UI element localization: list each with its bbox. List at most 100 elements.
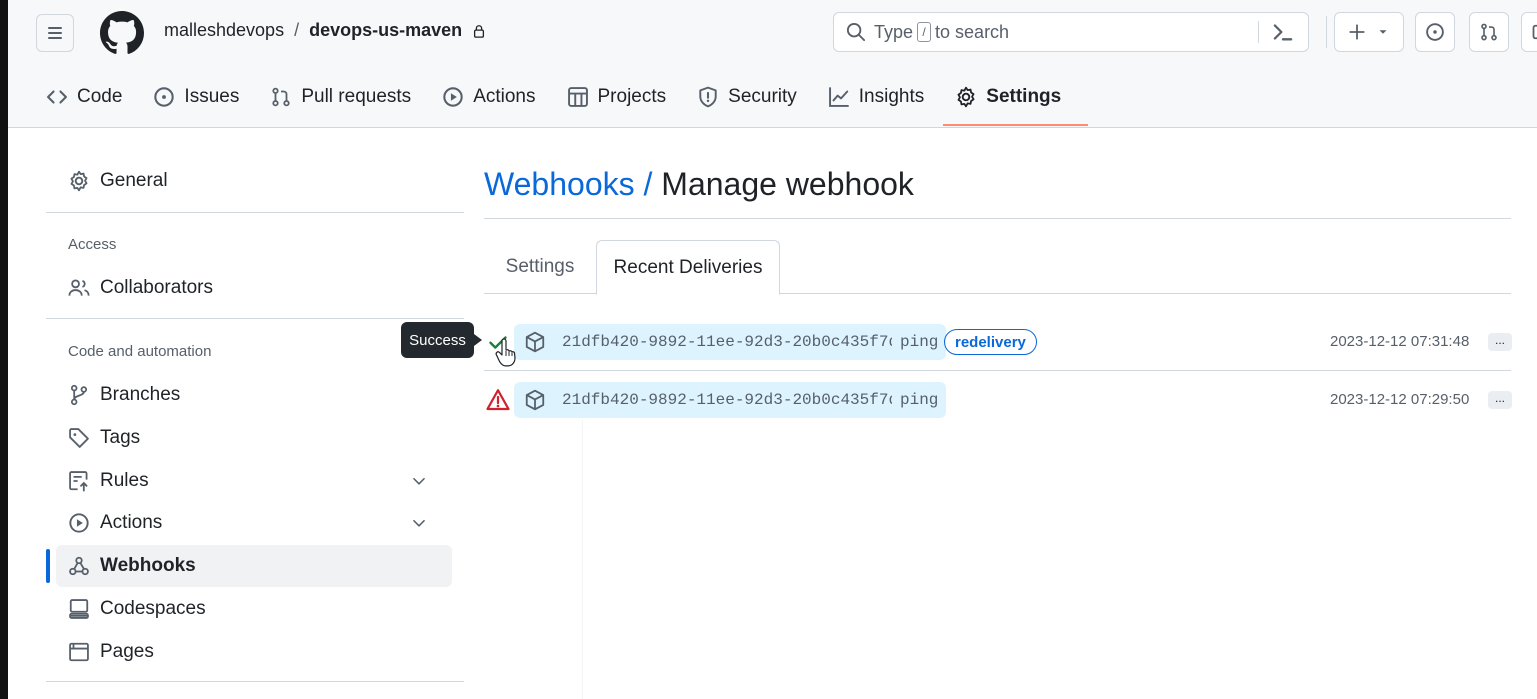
tab-label: Insights	[858, 86, 925, 107]
sidebar-item-webhooks[interactable]: Webhooks	[56, 545, 452, 587]
tab-webhook-settings[interactable]: Settings	[484, 240, 596, 294]
sidebar-item-label: Collaborators	[100, 277, 213, 298]
left-window-edge	[0, 0, 8, 699]
delivery-guid-link[interactable]: 21dfb420-9892-11ee-92d3-20b0c435f7da	[514, 382, 918, 418]
tab-label: Issues	[184, 86, 240, 107]
breadcrumb-separator: /	[643, 166, 653, 202]
sidebar-heading-code-automation: Code and automation	[68, 343, 212, 360]
sidebar-item-actions[interactable]: Actions	[56, 502, 452, 544]
page-title-text: Manage webhook	[661, 166, 914, 202]
menu-icon-line	[48, 37, 62, 39]
repo-name-link[interactable]: devops-us-maven	[309, 20, 462, 41]
issues-button[interactable]	[1415, 12, 1455, 52]
pull-requests-button[interactable]	[1469, 12, 1509, 52]
sidebar-item-label: Rules	[100, 470, 149, 491]
tab-code[interactable]: Code	[46, 80, 137, 114]
gear-icon	[70, 170, 88, 192]
tab-insights[interactable]: Insights	[828, 80, 939, 114]
create-new-button[interactable]	[1334, 12, 1404, 52]
command-palette-icon[interactable]	[1270, 19, 1296, 45]
search-suffix-text: to search	[935, 21, 1010, 42]
delivery-guid: 21dfb420-9892-11ee-92d3-20b0c435f7da	[562, 391, 908, 409]
tab-label: Code	[77, 86, 123, 107]
path-separator: /	[294, 20, 300, 40]
projects-icon	[567, 87, 588, 107]
actions-icon	[443, 87, 463, 107]
rules-icon	[69, 471, 88, 492]
sidebar-divider	[46, 681, 464, 682]
faint-guide-line	[582, 420, 583, 699]
package-icon	[525, 389, 545, 411]
tab-actions[interactable]: Actions	[442, 80, 550, 114]
tab-security[interactable]: Security	[697, 80, 812, 114]
pull-request-icon	[272, 87, 290, 107]
search-icon	[846, 22, 866, 42]
alert-icon[interactable]	[486, 388, 510, 412]
sidebar-item-label: Tags	[100, 427, 141, 448]
gear-icon	[957, 86, 975, 108]
shield-icon	[699, 86, 717, 108]
owner-link[interactable]: malleshdevops	[164, 20, 284, 41]
sidebar-item-branches[interactable]: Branches	[56, 374, 452, 416]
more-options-button[interactable]: ...	[1488, 333, 1512, 351]
sidebar-item-label: General	[100, 170, 168, 191]
search-prefix-text: Type	[874, 21, 914, 42]
webhook-icon	[69, 556, 89, 576]
search-divider	[1258, 21, 1259, 43]
menu-icon-line	[48, 32, 62, 34]
chevron-down-icon	[1379, 30, 1387, 34]
sidebar-item-label: Codespaces	[100, 598, 206, 619]
chevron-down-icon[interactable]	[410, 472, 428, 490]
tab-settings[interactable]: Settings	[943, 80, 1089, 126]
search-input[interactable]: Type / to search	[833, 12, 1309, 52]
github-logo-icon[interactable]	[100, 11, 144, 55]
issues-icon	[1426, 23, 1444, 41]
sidebar-heading-access: Access	[68, 236, 117, 253]
graph-icon	[828, 87, 849, 107]
tab-label: Security	[728, 86, 797, 107]
browser-icon	[69, 642, 89, 662]
webhook-tabnav: Settings Recent Deliveries	[484, 240, 1511, 295]
sidebar-item-general[interactable]: General	[56, 160, 452, 202]
tab-issues[interactable]: Issues	[153, 80, 254, 114]
inbox-button[interactable]	[1521, 12, 1537, 52]
tab-recent-deliveries[interactable]: Recent Deliveries	[596, 240, 780, 295]
codespaces-icon	[69, 599, 89, 619]
sidebar-item-rules[interactable]: Rules	[56, 460, 452, 502]
delivery-guid-link[interactable]: 21dfb420-9892-11ee-92d3-20b0c435f7da	[514, 324, 918, 360]
repo-nav: Code Issues Pull requests Actions Projec…	[46, 80, 1092, 126]
active-indicator	[46, 549, 50, 583]
hand-cursor-icon	[495, 338, 516, 367]
more-options-button[interactable]: ...	[1488, 391, 1512, 409]
tag-icon	[69, 428, 89, 448]
main-content: Webhooks / Manage webhook Settings Recen…	[484, 128, 1512, 699]
tab-pull-requests[interactable]: Pull requests	[270, 80, 426, 114]
event-label: ping	[892, 382, 947, 418]
sidebar-item-codespaces[interactable]: Codespaces	[56, 588, 452, 630]
delivery-row[interactable]: 21dfb420-9892-11ee-92d3-20b0c435f7da pin…	[484, 371, 1512, 429]
repo-header: malleshdevops / devops-us-maven Type / t…	[8, 0, 1537, 128]
delivery-timestamp: 2023-12-12 07:31:48	[1330, 333, 1470, 350]
sidebar-item-label: Webhooks	[100, 555, 196, 576]
pull-request-icon	[1481, 23, 1497, 41]
sidebar-item-label: Actions	[100, 512, 163, 533]
sidebar-item-label: Branches	[100, 384, 181, 405]
page-title: Webhooks / Manage webhook	[484, 166, 914, 203]
menu-icon-line	[48, 27, 62, 29]
tab-projects[interactable]: Projects	[567, 80, 682, 114]
code-icon	[47, 90, 67, 104]
menu-button[interactable]	[36, 14, 74, 52]
toolbar-divider	[1326, 16, 1327, 48]
sidebar-divider	[46, 318, 464, 319]
sidebar-item-tags[interactable]: Tags	[56, 417, 452, 459]
issue-icon	[154, 87, 175, 107]
sidebar-item-collaborators[interactable]: Collaborators	[56, 267, 452, 309]
settings-sidebar: General Access Collaborators Code and au…	[46, 128, 464, 699]
delivery-row[interactable]: 21dfb420-9892-11ee-92d3-20b0c435f7da pin…	[484, 313, 1512, 371]
breadcrumb-webhooks-link[interactable]: Webhooks	[484, 166, 635, 202]
inbox-icon	[1532, 24, 1537, 40]
sidebar-item-pages[interactable]: Pages	[56, 631, 452, 673]
search-shortcut-key: /	[917, 22, 932, 42]
chevron-down-icon[interactable]	[410, 514, 428, 532]
event-label: ping	[892, 324, 947, 360]
